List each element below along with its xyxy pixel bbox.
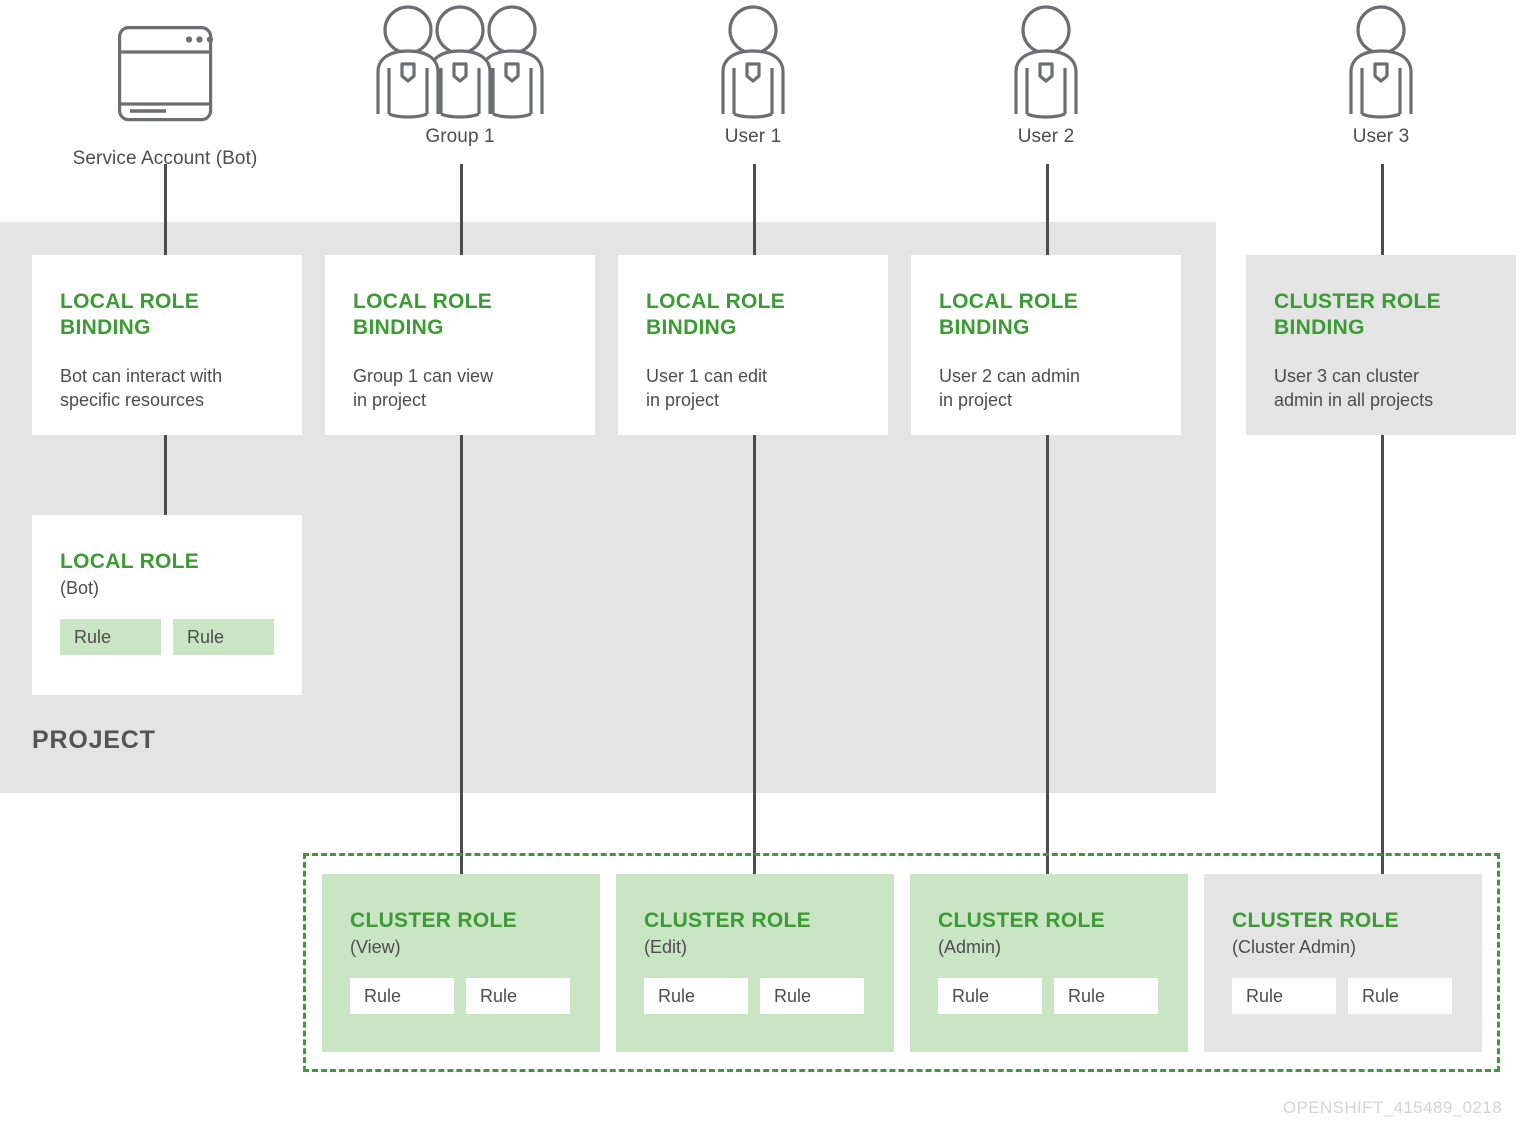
user-icon [1281, 0, 1481, 120]
card-description: Bot can interact with specific resources [60, 365, 223, 410]
connector-user3-to-binding [1381, 164, 1384, 256]
card-description: User 2 can admin in project [939, 365, 1081, 410]
card-description: Group 1 can view in project [353, 365, 494, 410]
card-title: LOCAL ROLE [60, 550, 200, 573]
cluster-role-view-card[interactable]: CLUSTER ROLE (View) Rule Rule [322, 874, 600, 1052]
rule-chip[interactable]: Rule [644, 978, 748, 1015]
connector-user1-to-binding [753, 164, 756, 256]
cluster-role-binding-user3-card[interactable]: CLUSTER ROLE BINDING User 3 can cluster … [1246, 255, 1516, 435]
connector-user2-binding-to-cluster-role [1046, 434, 1049, 878]
rule-chip[interactable]: Rule [173, 619, 274, 656]
card-title: CLUSTER ROLE [938, 909, 1105, 932]
card-description: User 1 can edit in project [646, 365, 768, 410]
browser-window-icon [46, 22, 284, 142]
connector-user3-binding-to-cluster-role [1381, 434, 1384, 878]
actor-label: User 1 [724, 126, 782, 147]
rule-chip[interactable]: Rule [1232, 978, 1336, 1015]
connector-service-account-to-binding [164, 164, 167, 256]
rule-list: Rule Rule [1232, 978, 1454, 1015]
local-role-bot-card[interactable]: LOCAL ROLE (Bot) Rule Rule [32, 515, 302, 695]
rule-list: Rule Rule [350, 978, 572, 1015]
actor-user-2: User 2 [946, 0, 1146, 148]
card-title: LOCAL ROLE BINDING [646, 290, 786, 340]
card-title: LOCAL ROLE BINDING [60, 290, 200, 340]
rule-list: Rule Rule [938, 978, 1160, 1015]
rule-list: Rule Rule [60, 619, 274, 656]
card-subtitle: (Cluster Admin) [1232, 937, 1357, 958]
card-title: CLUSTER ROLE BINDING [1274, 290, 1441, 340]
rule-chip[interactable]: Rule [466, 978, 570, 1015]
card-subtitle: (Bot) [60, 578, 100, 599]
card-subtitle: (Edit) [644, 937, 688, 958]
rule-list: Rule Rule [644, 978, 866, 1015]
local-role-binding-bot-card[interactable]: LOCAL ROLE BINDING Bot can interact with… [32, 255, 302, 435]
cluster-role-admin-card[interactable]: CLUSTER ROLE (Admin) Rule Rule [910, 874, 1188, 1052]
user-icon [653, 0, 853, 120]
rule-chip[interactable]: Rule [1348, 978, 1452, 1015]
group-of-users-icon [340, 0, 580, 120]
card-description: User 3 can cluster admin in all projects [1274, 365, 1434, 410]
rule-chip[interactable]: Rule [350, 978, 454, 1015]
connector-user2-to-binding [1046, 164, 1049, 256]
card-title: LOCAL ROLE BINDING [939, 290, 1079, 340]
cluster-role-cluster-admin-card[interactable]: CLUSTER ROLE (Cluster Admin) Rule Rule [1204, 874, 1482, 1052]
actor-user-3: User 3 [1281, 0, 1481, 148]
footer-asset-code: OPENSHIFT_415489_0218 [1282, 1098, 1502, 1117]
card-subtitle: (Admin) [938, 937, 1002, 958]
connector-group1-binding-to-cluster-role [460, 434, 463, 878]
connector-binding-to-local-role [164, 434, 167, 516]
actor-label: Group 1 [425, 126, 495, 147]
rule-chip[interactable]: Rule [938, 978, 1042, 1015]
cluster-role-edit-card[interactable]: CLUSTER ROLE (Edit) Rule Rule [616, 874, 894, 1052]
actor-label: User 3 [1352, 126, 1410, 147]
rule-chip[interactable]: Rule [1054, 978, 1158, 1015]
connector-group1-to-binding [460, 164, 463, 256]
rule-chip[interactable]: Rule [760, 978, 864, 1015]
project-label: PROJECT [32, 726, 156, 754]
card-title: CLUSTER ROLE [1232, 909, 1399, 932]
local-role-binding-user1-card[interactable]: LOCAL ROLE BINDING User 1 can edit in pr… [618, 255, 888, 435]
rule-chip[interactable]: Rule [60, 619, 161, 656]
connector-user1-binding-to-cluster-role [753, 434, 756, 878]
card-title: LOCAL ROLE BINDING [353, 290, 493, 340]
card-subtitle: (View) [350, 937, 401, 958]
actor-group-1: Group 1 [340, 0, 580, 148]
actor-service-account: Service Account (Bot) [46, 22, 284, 170]
local-role-binding-group1-card[interactable]: LOCAL ROLE BINDING Group 1 can view in p… [325, 255, 595, 435]
actor-user-1: User 1 [653, 0, 853, 148]
actor-label: User 2 [1017, 126, 1075, 147]
card-title: CLUSTER ROLE [350, 909, 517, 932]
user-icon [946, 0, 1146, 120]
rbac-diagram: PROJECT Service Account (Bot) Group 1 Us… [0, 0, 1520, 1134]
card-title: CLUSTER ROLE [644, 909, 811, 932]
local-role-binding-user2-card[interactable]: LOCAL ROLE BINDING User 2 can admin in p… [911, 255, 1181, 435]
actor-label: Service Account (Bot) [72, 148, 258, 169]
